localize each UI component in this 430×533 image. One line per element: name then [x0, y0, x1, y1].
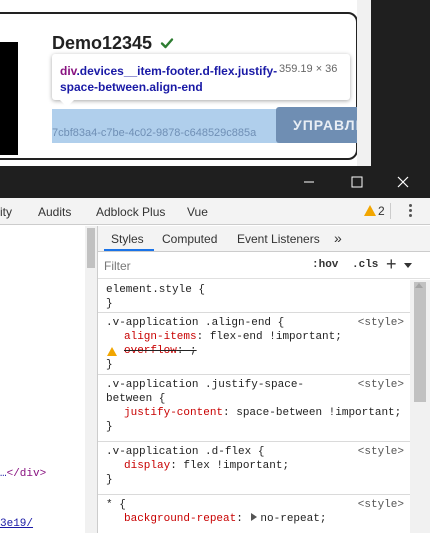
devtools-window: rity Audits Adblock Plus Vue 2 …</div> 3…: [0, 166, 430, 533]
dom-link[interactable]: 3e19/: [0, 518, 33, 530]
tab-vue[interactable]: Vue: [187, 205, 208, 219]
rule-selector[interactable]: * {: [106, 499, 126, 511]
tab-audits[interactable]: Audits: [38, 205, 71, 219]
filter-toolbar: :hov .cls +: [98, 253, 430, 279]
window-titlebar: [0, 166, 430, 198]
rule-close-brace: }: [106, 298, 113, 310]
rule-selector[interactable]: .v-application .justify-space-: [106, 379, 304, 391]
device-title: Demo12345: [52, 33, 153, 53]
declaration[interactable]: justify-content: space-between !importan…: [124, 407, 401, 419]
page-scrollbar[interactable]: [357, 0, 371, 166]
tooltip-selector: div.devices__item-footer.d-flex.justify-…: [60, 64, 278, 94]
warnings-badge[interactable]: 2: [364, 204, 385, 218]
elements-scrollbar-thumb[interactable]: [87, 228, 95, 268]
more-options-icon[interactable]: [404, 203, 416, 219]
cls-button[interactable]: .cls: [352, 259, 378, 271]
css-rule: .v-application .justify-space- <style> b…: [98, 375, 410, 442]
warning-icon: [107, 347, 117, 356]
rule-selector-cont[interactable]: between {: [106, 393, 165, 405]
css-rule: element.style { }: [98, 280, 410, 313]
rule-selector[interactable]: .v-application .align-end {: [106, 317, 284, 329]
elements-scrollbar[interactable]: [85, 226, 97, 533]
rule-close-brace: }: [106, 421, 113, 433]
declaration-invalid[interactable]: overflow: ;: [124, 345, 197, 357]
declaration[interactable]: align-items: flex-end !important;: [124, 331, 342, 343]
tab-styles[interactable]: Styles: [111, 232, 144, 246]
tab-adblock-plus[interactable]: Adblock Plus: [96, 205, 165, 219]
styles-pane: Styles Computed Event Listeners » :hov .…: [98, 226, 430, 533]
dark-background: [371, 0, 430, 166]
rule-selector[interactable]: element.style {: [106, 284, 205, 296]
css-rule: .v-application .d-flex { <style> display…: [98, 442, 410, 495]
rule-source[interactable]: <style>: [358, 446, 404, 458]
rule-close-brace: }: [106, 474, 113, 486]
divider: [390, 203, 391, 219]
elements-pane: [0, 226, 97, 533]
expand-icon[interactable]: [251, 513, 258, 521]
maximize-icon[interactable]: [334, 166, 380, 198]
active-tab-indicator: [104, 249, 154, 251]
rule-source[interactable]: <style>: [358, 379, 404, 391]
styles-scrollbar-thumb[interactable]: [414, 282, 426, 402]
close-icon[interactable]: [380, 166, 426, 198]
new-rule-icon[interactable]: +: [386, 254, 397, 275]
rule-source[interactable]: <style>: [358, 499, 404, 511]
hov-button[interactable]: :hov: [312, 259, 338, 271]
declaration[interactable]: display: flex !important;: [124, 460, 289, 472]
minimize-icon[interactable]: [286, 166, 332, 198]
css-rules-list: element.style { } .v-application .align-…: [98, 280, 410, 533]
devtools-tabbar: rity Audits Adblock Plus Vue 2: [0, 198, 430, 225]
styles-subtabs: Styles Computed Event Listeners »: [98, 226, 430, 252]
rule-close-brace: }: [106, 359, 113, 371]
more-tabs-icon[interactable]: »: [334, 230, 342, 246]
tooltip-arrow: [60, 100, 74, 107]
tab-security[interactable]: rity: [0, 205, 12, 219]
inspect-tooltip: div.devices__item-footer.d-flex.justify-…: [52, 54, 350, 107]
css-rule: * { <style> background-repeat: no-repeat…: [98, 495, 410, 533]
dom-node-line[interactable]: …</div>: [0, 468, 46, 480]
filter-input[interactable]: [104, 256, 300, 276]
warnings-count: 2: [378, 204, 385, 218]
tab-computed[interactable]: Computed: [162, 232, 217, 246]
device-id: 7cbf83a4-c7be-4c02-9878-c648529c885a: [52, 127, 257, 139]
rule-source[interactable]: <style>: [358, 317, 404, 329]
rule-selector[interactable]: .v-application .d-flex {: [106, 446, 264, 458]
check-icon: [160, 38, 174, 49]
toggle-sidebar-icon[interactable]: [404, 263, 412, 268]
device-thumbnail: [0, 42, 18, 155]
css-rule: .v-application .align-end { <style> alig…: [98, 313, 410, 375]
tooltip-size: 359.19 × 36: [279, 63, 338, 75]
scroll-up-icon[interactable]: [415, 283, 423, 288]
web-page: Demo12345 7cbf83a4-c7be-4c02-9878-c64852…: [0, 0, 430, 166]
declaration[interactable]: background-repeat: no-repeat;: [124, 513, 326, 525]
warning-icon: [364, 205, 376, 216]
tab-event-listeners[interactable]: Event Listeners: [237, 232, 320, 246]
